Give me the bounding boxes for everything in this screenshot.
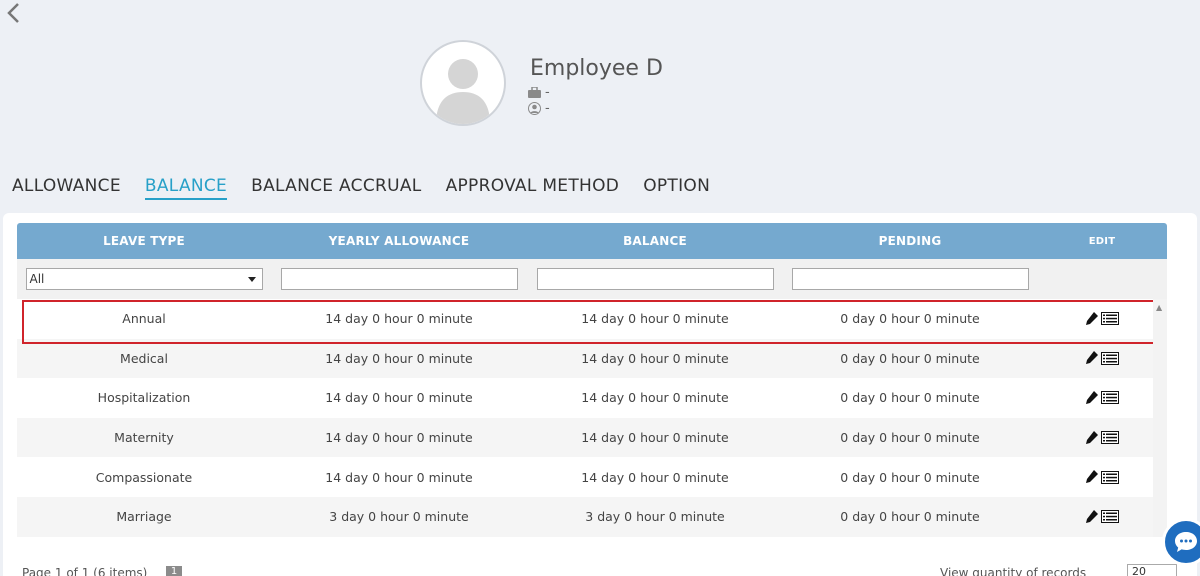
cell-balance: 14 day 0 hour 0 minute	[581, 311, 729, 327]
pencil-icon[interactable]	[1085, 351, 1098, 365]
col-header-yearly-allowance[interactable]: YEARLY ALLOWANCE	[271, 234, 527, 248]
col-header-balance[interactable]: BALANCE	[527, 234, 783, 248]
employee-id: -	[545, 101, 550, 116]
page-button-1[interactable]: 1	[166, 566, 182, 576]
tab-balance-accrual[interactable]: BALANCE ACCRUAL	[251, 176, 421, 200]
tab-balance[interactable]: BALANCE	[144, 176, 228, 200]
cell-balance: 14 day 0 hour 0 minute	[581, 350, 729, 366]
cell-edit	[1037, 509, 1167, 524]
chat-bubble-icon	[1175, 532, 1197, 552]
pencil-icon[interactable]	[1085, 470, 1098, 484]
filter-row: All	[17, 259, 1167, 299]
cell-pending: 0 day 0 hour 0 minute	[840, 311, 980, 327]
table-row-hospitalization[interactable]: Hospitalization 14 day 0 hour 0 minute 1…	[17, 378, 1167, 418]
cell-pending: 0 day 0 hour 0 minute	[840, 390, 980, 406]
grid-scrollbar[interactable]: ▲	[1153, 299, 1167, 537]
pencil-icon[interactable]	[1085, 430, 1098, 445]
balance-panel: LEAVE TYPE YEARLY ALLOWANCE BALANCE PEND…	[3, 213, 1197, 576]
cell-yearly-allowance: 14 day 0 hour 0 minute	[325, 350, 473, 366]
cell-edit	[1037, 470, 1167, 484]
per-page-select[interactable]: 20	[1127, 564, 1177, 576]
tab-allowance[interactable]: ALLOWANCE	[12, 176, 121, 200]
cell-yearly-allowance: 3 day 0 hour 0 minute	[329, 509, 469, 525]
leave-type-filter-select[interactable]: All	[25, 268, 263, 290]
pencil-icon[interactable]	[1085, 311, 1098, 326]
cell-pending: 0 day 0 hour 0 minute	[840, 350, 980, 366]
user-circle-icon	[528, 102, 541, 115]
table-row-annual[interactable]: Annual 14 day 0 hour 0 minute 14 day 0 h…	[17, 299, 1167, 339]
table-row-medical[interactable]: Medical 14 day 0 hour 0 minute 14 day 0 …	[17, 338, 1167, 379]
col-header-edit: EDIT	[1088, 235, 1116, 247]
table-row-compassionate[interactable]: Compassionate 14 day 0 hour 0 minute 14 …	[17, 457, 1167, 497]
list-icon[interactable]	[1100, 391, 1119, 405]
cell-leave-type: Medical	[120, 350, 168, 366]
list-icon[interactable]	[1100, 470, 1119, 484]
cell-balance: 3 day 0 hour 0 minute	[585, 509, 725, 525]
per-page-label: View quantity of records	[940, 566, 1087, 576]
avatar	[420, 40, 506, 126]
list-icon[interactable]	[1100, 351, 1119, 365]
balance-filter-input[interactable]	[536, 268, 774, 290]
list-icon[interactable]	[1100, 510, 1119, 524]
grid-rows: Annual 14 day 0 hour 0 minute 14 day 0 h…	[17, 299, 1167, 537]
employee-job-line: -	[528, 85, 550, 100]
chevron-left-icon	[7, 3, 19, 23]
cell-edit	[1037, 430, 1167, 445]
cell-edit	[1037, 351, 1167, 365]
yearly-allowance-filter-input[interactable]	[280, 268, 518, 290]
cell-balance: 14 day 0 hour 0 minute	[581, 430, 729, 446]
pencil-icon[interactable]	[1085, 390, 1098, 405]
balance-grid: LEAVE TYPE YEARLY ALLOWANCE BALANCE PEND…	[17, 223, 1167, 537]
cell-leave-type: Hospitalization	[97, 390, 191, 406]
grid-header: LEAVE TYPE YEARLY ALLOWANCE BALANCE PEND…	[17, 223, 1167, 259]
briefcase-icon	[528, 87, 541, 98]
employee-id-line: -	[528, 101, 550, 116]
pager-summary: Page 1 of 1 (6 items)	[22, 566, 148, 576]
cell-yearly-allowance: 14 day 0 hour 0 minute	[325, 390, 473, 406]
cell-pending: 0 day 0 hour 0 minute	[840, 469, 980, 485]
dropdown-arrow-icon	[247, 276, 256, 282]
tab-option[interactable]: OPTION	[643, 176, 710, 200]
list-icon[interactable]	[1100, 312, 1119, 326]
pending-filter-input[interactable]	[791, 268, 1029, 290]
cell-pending: 0 day 0 hour 0 minute	[840, 430, 980, 446]
tab-approval-method[interactable]: APPROVAL METHOD	[446, 176, 620, 200]
employee-job: -	[545, 85, 550, 100]
cell-yearly-allowance: 14 day 0 hour 0 minute	[325, 469, 473, 485]
list-icon[interactable]	[1100, 431, 1119, 445]
pencil-icon[interactable]	[1085, 509, 1098, 524]
cell-yearly-allowance: 14 day 0 hour 0 minute	[325, 311, 473, 327]
cell-balance: 14 day 0 hour 0 minute	[581, 469, 729, 485]
cell-leave-type: Marriage	[116, 509, 172, 525]
table-row-maternity[interactable]: Maternity 14 day 0 hour 0 minute 14 day …	[17, 417, 1167, 458]
cell-leave-type: Annual	[122, 311, 166, 327]
cell-leave-type: Compassionate	[95, 469, 193, 485]
table-row-marriage[interactable]: Marriage 3 day 0 hour 0 minute 3 day 0 h…	[17, 496, 1167, 537]
back-button[interactable]	[4, 2, 24, 24]
scroll-up-icon[interactable]: ▲	[1156, 303, 1162, 312]
cell-leave-type: Maternity	[114, 430, 174, 446]
cell-yearly-allowance: 14 day 0 hour 0 minute	[325, 430, 473, 446]
cell-edit	[1037, 390, 1167, 405]
col-header-pending[interactable]: PENDING	[783, 234, 1037, 248]
cell-edit	[1037, 311, 1167, 326]
col-header-leave-type[interactable]: LEAVE TYPE	[17, 234, 271, 248]
cell-balance: 14 day 0 hour 0 minute	[581, 390, 729, 406]
leave-type-filter-value: All	[29, 272, 45, 286]
person-silhouette-icon	[436, 59, 490, 124]
cell-pending: 0 day 0 hour 0 minute	[840, 509, 980, 525]
tab-bar: ALLOWANCE BALANCE BALANCE ACCRUAL APPROV…	[12, 176, 710, 200]
employee-name: Employee D	[530, 56, 663, 81]
